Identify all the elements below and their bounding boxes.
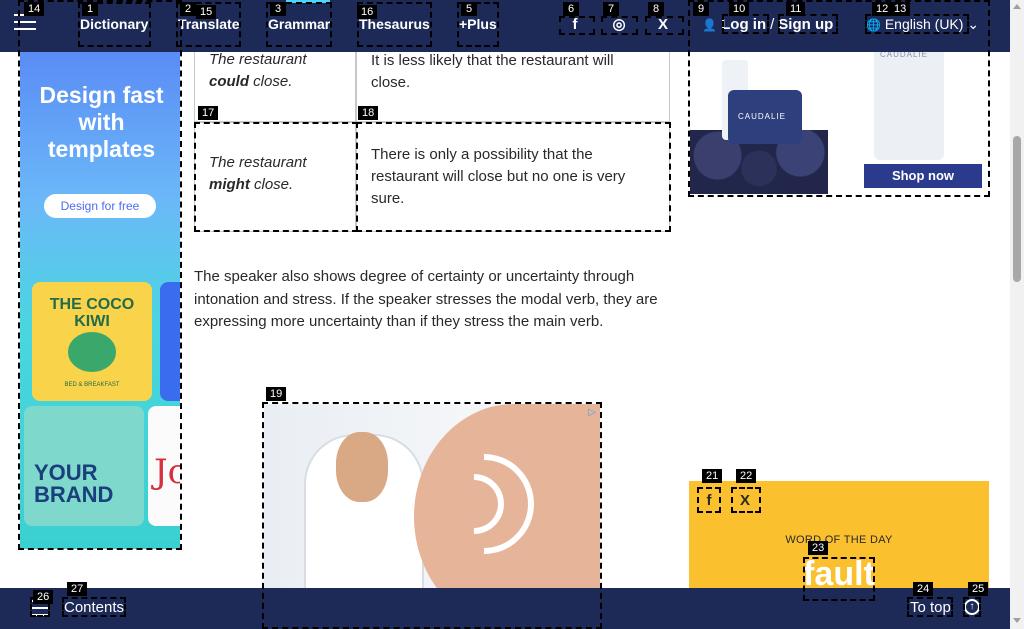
language-label: English (UK) xyxy=(884,16,964,32)
annotation-badge: 13 xyxy=(890,2,911,16)
annotation-badge: 22 xyxy=(736,469,757,483)
x-icon[interactable]: X xyxy=(651,14,675,36)
meaning-might-cell: There is only a possibility that the res… xyxy=(356,122,670,232)
meaning-text: There is only a possibility that the res… xyxy=(371,146,626,207)
example-might-cell: The restaurant might close. xyxy=(194,122,356,232)
top-navigation: Dictionary Translate Grammar Thesaurus +… xyxy=(0,0,1010,52)
annotation-badge: 14 xyxy=(24,2,45,16)
template-tile-your-brand[interactable]: YOUR BRAND xyxy=(24,406,144,526)
annotation-badge: 1 xyxy=(82,2,98,16)
annotation-badge: 21 xyxy=(702,469,723,483)
annotation-badge: 26 xyxy=(33,590,54,604)
adchoices-icon[interactable]: ▷ xyxy=(588,407,596,418)
shop-now-button[interactable]: Shop now xyxy=(864,164,982,188)
product-jar: CAUDALIE xyxy=(728,90,802,144)
x-icon[interactable]: X xyxy=(733,489,757,513)
ad-headline: Design fast with templates xyxy=(39,82,164,162)
annotation-badge: 16 xyxy=(357,5,378,19)
annotation-badge: 9 xyxy=(693,2,709,16)
design-for-free-button[interactable]: Design for free xyxy=(44,194,156,218)
bottom-bar: Contents To top ↑ xyxy=(0,588,1010,629)
login-separator: / xyxy=(770,16,775,33)
template-tile-coco-kiwi[interactable]: THE COCO KIWI BED & BREAKFAST xyxy=(32,282,152,401)
template-tile-partial-2[interactable]: Jo xyxy=(148,406,180,526)
annotation-badge: 11 xyxy=(786,2,806,16)
to-top-link[interactable]: To top xyxy=(910,599,951,616)
nav-grammar[interactable]: Grammar xyxy=(268,16,330,32)
annotation-badge: 18 xyxy=(358,106,379,120)
annotation-badge: 8 xyxy=(648,2,664,16)
explanation-paragraph: The speaker also shows degree of certain… xyxy=(194,268,658,330)
template-tile-partial[interactable] xyxy=(160,282,180,401)
example-text-end: close. xyxy=(254,176,294,193)
scrollbar-thumb[interactable] xyxy=(1013,136,1021,282)
contents-link[interactable]: Contents xyxy=(64,599,124,616)
nav-dictionary[interactable]: Dictionary xyxy=(80,16,148,32)
annotation-badge: 7 xyxy=(603,2,619,16)
annotation-badge: 24 xyxy=(913,582,934,596)
annotation-badge: 27 xyxy=(67,582,88,596)
annotation-badge: 3 xyxy=(270,2,286,16)
scroll-down-arrow[interactable] xyxy=(1013,618,1021,623)
meaning-text: It is less likely that the restaurant wi… xyxy=(371,52,614,91)
example-text: The restaurant xyxy=(209,154,307,171)
modal-verb: could xyxy=(209,73,249,90)
tile-subtitle: BED & BREAKFAST xyxy=(64,382,120,388)
leaf-icon xyxy=(68,332,116,372)
annotation-badge: 15 xyxy=(196,5,217,19)
facebook-icon[interactable]: f xyxy=(563,14,587,36)
tile-title: YOUR BRAND xyxy=(34,460,114,507)
meaning-could-cell: It is less likely that the restaurant wi… xyxy=(356,40,670,122)
menu-icon[interactable] xyxy=(14,14,36,34)
example-text: The restaurant xyxy=(209,51,307,68)
annotation-badge: 10 xyxy=(729,2,750,16)
annotation-badge: 5 xyxy=(461,2,477,16)
example-could-cell: The restaurant could close. xyxy=(194,40,356,122)
arrow-up-icon[interactable]: ↑ xyxy=(964,599,980,615)
signup-link[interactable]: Sign up xyxy=(778,16,833,33)
example-text-end: close. xyxy=(253,73,293,90)
wotd-label: WORD OF THE DAY xyxy=(785,534,893,546)
tile-title: Jo xyxy=(154,452,180,492)
scrollbar[interactable] xyxy=(1010,0,1024,629)
nav-plus[interactable]: +Plus xyxy=(459,16,497,32)
doctor-face xyxy=(336,432,388,502)
page: The restaurant could close. It is less l… xyxy=(0,0,1024,629)
annotation-badge: 19 xyxy=(266,387,287,401)
annotation-badge: 6 xyxy=(563,2,579,16)
annotation-badge: 23 xyxy=(808,541,829,555)
language-selector[interactable]: 🌐 English (UK) ⌄ xyxy=(866,16,979,33)
login-area: 👤 Log in / Sign up xyxy=(702,16,833,33)
active-tab-indicator xyxy=(286,0,330,3)
globe-icon: 🌐 xyxy=(866,18,881,32)
annotation-badge: 25 xyxy=(968,582,989,596)
facebook-icon[interactable]: f xyxy=(697,489,721,513)
scroll-up-arrow[interactable] xyxy=(1013,4,1021,9)
modal-verb: might xyxy=(209,176,250,193)
user-icon: 👤 xyxy=(702,18,717,32)
left-advertisement[interactable]: Design fast with templates Design for fr… xyxy=(20,52,180,549)
chevron-down-icon: ⌄ xyxy=(967,16,980,32)
instagram-icon[interactable]: ◎ xyxy=(607,14,631,36)
annotation-badge: 2 xyxy=(180,2,196,16)
tile-title: THE COCO KIWI xyxy=(49,296,135,330)
brand-text: CAUDALIE xyxy=(738,112,787,121)
annotation-badge: 17 xyxy=(198,106,219,120)
login-link[interactable]: Log in xyxy=(721,16,766,33)
